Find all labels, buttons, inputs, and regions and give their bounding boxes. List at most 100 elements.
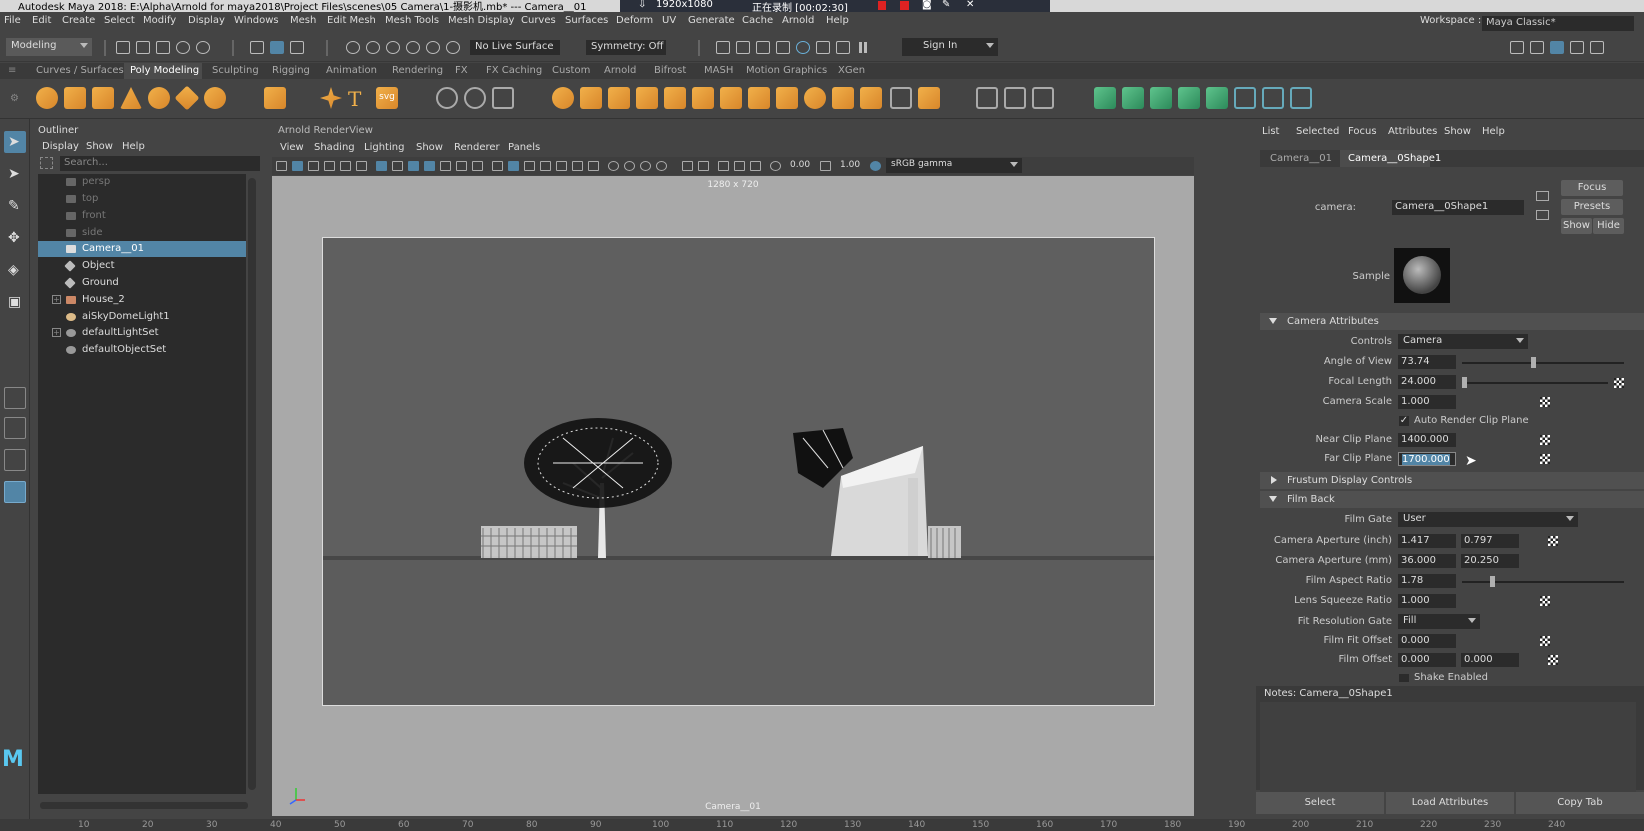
image-plane-icon[interactable] (324, 161, 335, 171)
controls-dropdown[interactable]: Camera (1398, 334, 1528, 349)
film-aspect-handle[interactable] (1490, 576, 1495, 587)
snap-curve-icon[interactable] (366, 41, 380, 54)
shelf-tab-fx-caching[interactable]: FX Caching (486, 65, 542, 76)
rv-menu-show[interactable]: Show (416, 142, 443, 153)
recorder-pin-icon[interactable]: ⇩ (638, 0, 646, 10)
field-chart-icon[interactable] (440, 161, 451, 171)
poly-cylinder-icon[interactable] (92, 87, 114, 109)
sign-in-button[interactable]: Sign In (902, 38, 998, 56)
poly-cone-icon[interactable] (120, 87, 142, 109)
2d-pan-icon[interactable] (340, 161, 351, 171)
menu-edit[interactable]: Edit (32, 15, 51, 26)
film-offset-y-field[interactable]: 0.000 (1461, 653, 1519, 667)
select-component-icon[interactable] (290, 41, 304, 54)
undo-icon[interactable] (176, 41, 190, 54)
shelf-tab-xgen[interactable]: XGen (838, 65, 865, 76)
layout-four-icon[interactable] (4, 417, 26, 439)
wireframe-on-shaded-icon[interactable] (524, 161, 535, 171)
poly-sphere-icon[interactable] (36, 87, 58, 109)
angle-of-view-handle[interactable] (1531, 357, 1536, 368)
rv-menu-renderer[interactable]: Renderer (454, 142, 500, 153)
snap-edge-icon[interactable] (446, 41, 460, 54)
lasso-tool[interactable]: ➤ (4, 163, 26, 185)
outliner-menu-display[interactable]: Display (42, 141, 79, 152)
shelf-tab-animation[interactable]: Animation (326, 65, 377, 76)
smooth-shade-icon[interactable] (508, 161, 519, 171)
rv-menu-lighting[interactable]: Lighting (364, 142, 404, 153)
exposure-value[interactable]: 0.00 (790, 160, 810, 170)
aperture-inch-width-field[interactable]: 1.417 (1398, 534, 1456, 548)
focal-length-map-icon[interactable] (1614, 378, 1624, 388)
wireframe-icon[interactable] (492, 161, 503, 171)
layout-two-icon[interactable] (4, 449, 26, 471)
menu-deform[interactable]: Deform (616, 15, 653, 26)
poly-torus-icon[interactable] (148, 87, 170, 109)
select-button[interactable]: Select (1256, 792, 1384, 814)
close-icon[interactable]: ✕ (966, 0, 974, 10)
fill-hole-icon[interactable] (804, 87, 826, 109)
squeeze-field[interactable]: 1.000 (1398, 594, 1456, 608)
merge-icon[interactable] (860, 87, 882, 109)
xray-joints-icon[interactable] (698, 161, 709, 171)
move-tool[interactable]: ✥ (4, 227, 26, 249)
menu-windows[interactable]: Windows (234, 15, 279, 26)
tab-camera-transform[interactable]: Camera__01 (1270, 153, 1332, 164)
poly-cube-icon[interactable] (64, 87, 86, 109)
copy-tab-button[interactable]: Copy Tab (1516, 792, 1644, 814)
select-object-icon[interactable] (270, 41, 284, 54)
live-surface-field[interactable]: No Live Surface (470, 40, 560, 55)
snap-point-icon[interactable] (386, 41, 400, 54)
menu-file[interactable]: File (4, 15, 21, 26)
menu-generate[interactable]: Generate (688, 15, 735, 26)
fit-offset-field[interactable]: 0.000 (1398, 634, 1456, 648)
aperture-mm-width-field[interactable]: 36.000 (1398, 554, 1456, 568)
film-back-header[interactable]: Film Back (1260, 491, 1644, 508)
grease-pencil-icon[interactable] (356, 161, 367, 171)
unwrap-icon[interactable] (918, 87, 940, 109)
tweak-icon[interactable] (464, 87, 486, 109)
platonic-solid-icon[interactable] (264, 87, 286, 109)
list-item[interactable]: defaultObjectSet (38, 342, 246, 358)
ae-menu-help[interactable]: Help (1482, 126, 1505, 137)
depth-of-field-icon[interactable] (656, 161, 667, 171)
smooth-icon[interactable] (608, 87, 630, 109)
shelf-settings-icon[interactable]: ⚙ (10, 93, 19, 104)
list-item[interactable]: + House_2 (38, 292, 246, 308)
sculpt-icon[interactable] (436, 87, 458, 109)
uv-snap-icon[interactable] (492, 87, 514, 109)
edge-loop-icon[interactable] (1004, 87, 1026, 109)
target-weld-icon[interactable] (1032, 87, 1054, 109)
focus-node-icon[interactable] (1536, 191, 1549, 201)
menu-cache[interactable]: Cache (742, 15, 773, 26)
outliner-menu-help[interactable]: Help (122, 141, 145, 152)
super-shape-icon[interactable] (320, 87, 342, 109)
light-editor-icon[interactable] (836, 41, 850, 54)
extract-icon[interactable] (636, 87, 658, 109)
redo-icon[interactable] (196, 41, 210, 54)
shelf-tab-fx[interactable]: FX (455, 65, 468, 76)
tab-camera-shape[interactable]: Camera__0Shape1 (1348, 153, 1441, 164)
menu-mesh-tools[interactable]: Mesh Tools (385, 15, 439, 26)
modeling-toolkit-icon[interactable] (1530, 41, 1544, 54)
render-settings-icon[interactable] (756, 41, 770, 54)
load-attributes-button[interactable]: Load Attributes (1386, 792, 1514, 814)
ae-menu-list[interactable]: List (1262, 126, 1279, 137)
ae-menu-focus[interactable]: Focus (1348, 126, 1377, 137)
camera-attr-icon[interactable] (292, 161, 303, 171)
multi-cut-icon[interactable] (976, 87, 998, 109)
uv-cut-icon[interactable] (1206, 87, 1228, 109)
auto-clip-checkbox[interactable]: ✓ (1399, 416, 1409, 426)
camera-name-field[interactable]: Camera__0Shape1 (1392, 200, 1524, 215)
film-offset-x-field[interactable]: 0.000 (1398, 653, 1456, 667)
outliner-horizontal-scrollbar[interactable] (40, 802, 248, 809)
aperture-inch-height-field[interactable]: 0.797 (1461, 534, 1519, 548)
uv-spherical-icon[interactable] (1150, 87, 1172, 109)
menu-edit-mesh[interactable]: Edit Mesh (327, 15, 376, 26)
outliner-menu-show[interactable]: Show (86, 141, 113, 152)
xray-icon[interactable] (540, 161, 551, 171)
gate-mask-icon[interactable] (424, 161, 435, 171)
xray-components-icon[interactable] (718, 161, 729, 171)
fit-gate-dropdown[interactable]: Fill (1398, 614, 1480, 629)
menu-mesh-display[interactable]: Mesh Display (448, 15, 514, 26)
render-sequence-icon[interactable] (816, 41, 830, 54)
